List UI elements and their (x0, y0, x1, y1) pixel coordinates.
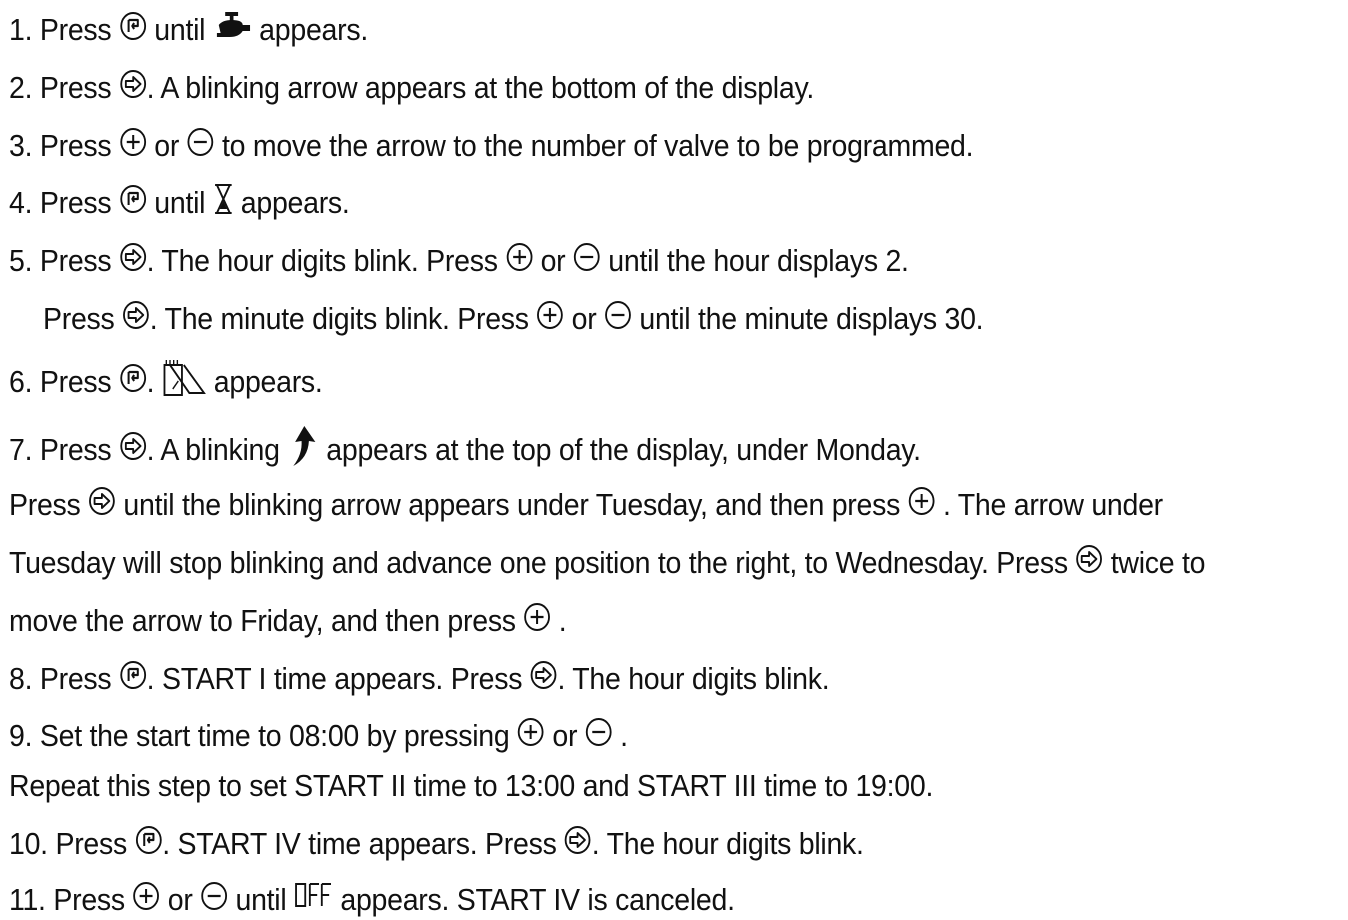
step-text: 10. Press (9, 826, 135, 861)
step-9-repeat: Repeat this step to set START II time to… (9, 768, 933, 804)
minus-button-icon (187, 127, 215, 157)
step-5: 5. Press . The hour digits blink. Press … (9, 242, 909, 279)
step-text: 11. Press (9, 882, 133, 917)
step-text: appears. (206, 364, 323, 399)
step-text: 6. Press (9, 364, 120, 399)
step-text: Tuesday will stop blinking and advance o… (9, 545, 1076, 580)
step-text: . The minute digits blink. Press (149, 301, 537, 336)
step-text: . (551, 603, 567, 638)
step-11: 11. Press or until appears. START IV is … (9, 880, 735, 920)
step-text: move the arrow to Friday, and then press (9, 603, 524, 638)
step-text: or (532, 243, 574, 278)
next-arrow-button-icon (564, 825, 592, 855)
step-text: 4. Press (9, 185, 120, 220)
plus-button-icon (119, 127, 147, 157)
plus-button-icon (517, 717, 545, 747)
step-7: 7. Press . A blinking appears at the top… (9, 426, 921, 474)
next-arrow-button-icon (1075, 544, 1103, 574)
step-text: until the hour displays 2. (600, 243, 909, 278)
next-arrow-button-icon (122, 300, 150, 330)
step-text: . START I time appears. Press (146, 661, 530, 696)
step-text: Repeat this step to set START II time to… (9, 768, 934, 803)
step-text: or (146, 128, 187, 163)
step-text: . START IV time appears. Press (162, 826, 565, 861)
step-text: . (146, 364, 162, 399)
cycle-button-icon (119, 363, 147, 393)
step-text: until the minute displays 30. (631, 301, 984, 336)
off-seven-segment-icon (294, 882, 331, 907)
step-text: . The arrow under (935, 487, 1163, 522)
minus-button-icon (573, 242, 601, 272)
step-text: . (612, 718, 628, 753)
step-text: to move the arrow to the number of valve… (214, 128, 974, 163)
plus-button-icon (133, 881, 161, 911)
step-7-line-3: Tuesday will stop blinking and advance o… (9, 544, 1206, 581)
step-5-continued: Press . The minute digits blink. Press o… (43, 300, 984, 337)
step-text: or (564, 301, 605, 336)
step-text: until (146, 185, 213, 220)
minus-button-icon (585, 717, 613, 747)
step-text: 2. Press (9, 70, 120, 105)
plus-button-icon (908, 486, 936, 516)
step-text: until the blinking arrow appears under T… (115, 487, 908, 522)
step-text: . The hour digits blink. (557, 661, 830, 696)
step-text: until (227, 882, 295, 917)
step-6: 6. Press . appears. (9, 359, 323, 403)
step-text: or (544, 718, 585, 753)
plus-button-icon (523, 602, 551, 632)
plus-button-icon (536, 300, 564, 330)
faucet-icon (213, 11, 252, 41)
step-text: appears. START IV is canceled. (332, 882, 735, 917)
step-text: twice to (1103, 545, 1206, 580)
plus-button-icon (505, 242, 533, 272)
off-display-text (294, 880, 333, 916)
minus-button-icon (200, 881, 228, 911)
step-text: until (146, 12, 213, 47)
step-text: appears. (251, 12, 368, 47)
hourglass-icon (213, 183, 233, 215)
step-7-line-4: move the arrow to Friday, and then press… (9, 602, 567, 639)
next-arrow-button-icon (119, 431, 147, 461)
step-8: 8. Press . START I time appears. Press .… (9, 660, 830, 697)
calendar-icon (162, 359, 207, 397)
step-text: 3. Press (9, 128, 120, 163)
cycle-button-icon (119, 184, 147, 214)
step-text: or (160, 882, 201, 917)
step-3: 3. Press or to move the arrow to the num… (9, 127, 974, 164)
instructions-page: 1. Press until appears. 2. Press . A bli… (0, 0, 1348, 919)
step-2: 2. Press . A blinking arrow appears at t… (9, 69, 815, 106)
cycle-button-icon (119, 660, 147, 690)
step-text: Press (9, 487, 89, 522)
step-text: 7. Press (9, 432, 120, 468)
step-text: . The hour digits blink. (591, 826, 864, 861)
step-7-line-2: Press until the blinking arrow appears u… (9, 486, 1163, 523)
step-text: appears at the top of the display, under… (318, 432, 921, 468)
step-text: appears. (233, 185, 350, 220)
next-arrow-button-icon (530, 660, 558, 690)
next-arrow-button-icon (88, 486, 116, 516)
step-1: 1. Press until appears. (9, 11, 368, 48)
step-9: 9. Set the start time to 08:00 by pressi… (9, 717, 628, 754)
minus-button-icon (604, 300, 632, 330)
step-text: . A blinking (146, 432, 288, 468)
next-arrow-button-icon (119, 69, 147, 99)
step-text: . The hour digits blink. Press (146, 243, 506, 278)
step-text: Press (43, 301, 123, 336)
step-text: 9. Set the start time to 08:00 by pressi… (9, 718, 518, 753)
step-text: 1. Press (9, 12, 120, 47)
step-text: 8. Press (9, 661, 120, 696)
step-text: 5. Press (9, 243, 120, 278)
next-arrow-button-icon (119, 242, 147, 272)
cycle-button-icon (135, 825, 163, 855)
up-arrow-icon (287, 424, 318, 468)
cycle-button-icon (119, 11, 147, 41)
step-4: 4. Press until appears. (9, 183, 350, 221)
step-10: 10. Press . START IV time appears. Press… (9, 825, 864, 862)
step-text: . A blinking arrow appears at the bottom… (146, 70, 815, 105)
